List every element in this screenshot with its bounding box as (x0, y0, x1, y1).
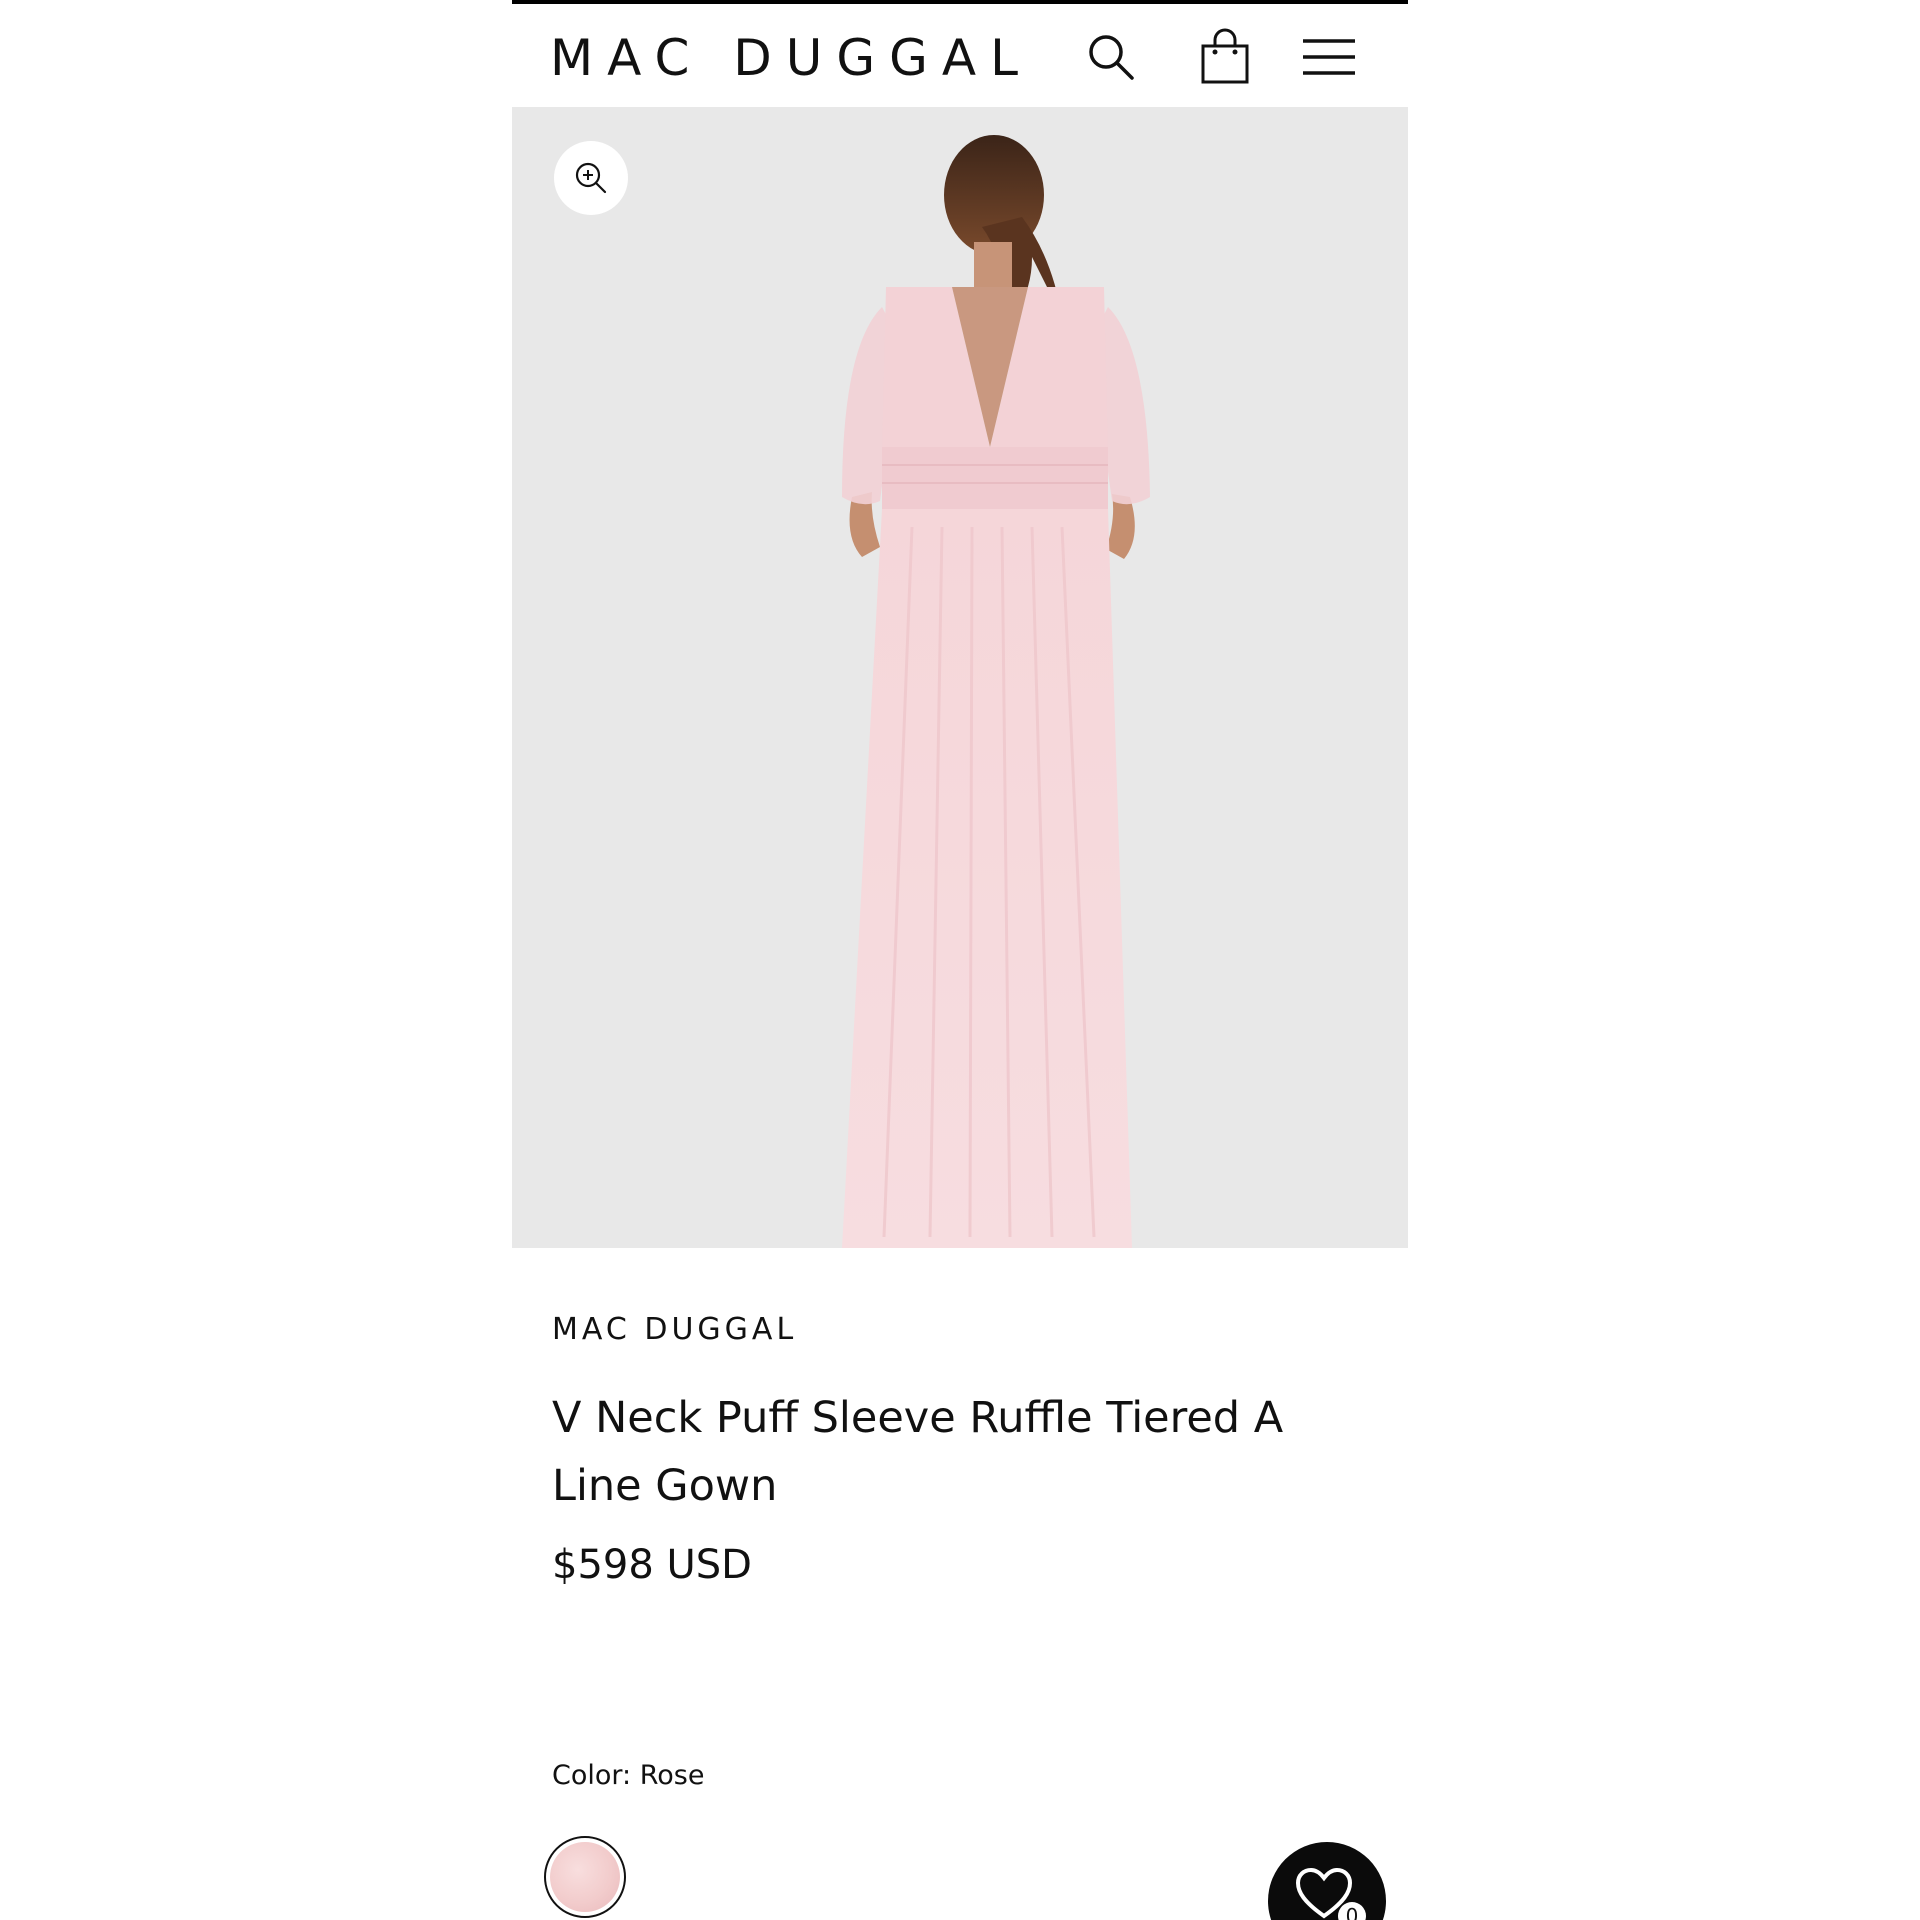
gown-photo (842, 135, 1150, 1248)
color-swatch-rose[interactable] (544, 1836, 626, 1918)
color-label: Color: (552, 1760, 632, 1791)
brand-logo[interactable]: MAC DUGGAL (550, 28, 1032, 88)
product-brand[interactable]: MAC DUGGAL (552, 1312, 797, 1347)
shopping-bag-icon[interactable] (1194, 26, 1256, 88)
mobile-viewport: MAC DUGGAL MAC DUGGAL V Neck Puff Sleeve… (512, 0, 1408, 1920)
zoom-button[interactable] (554, 141, 628, 215)
search-icon[interactable] (1080, 26, 1142, 88)
wishlist-count: 0 (1338, 1902, 1366, 1920)
color-selector-label: Color: Rose (552, 1760, 704, 1791)
product-image[interactable] (512, 107, 1408, 1248)
color-value: Rose (639, 1760, 705, 1791)
swatch-fill (550, 1842, 620, 1912)
page: MAC DUGGAL MAC DUGGAL V Neck Puff Sleeve… (0, 0, 1920, 1920)
zoom-in-icon (575, 162, 607, 194)
product-title: V Neck Puff Sleeve Ruffle Tiered A Line … (552, 1393, 1284, 1511)
wishlist-button[interactable]: 0 (1268, 1842, 1386, 1920)
hamburger-menu-icon[interactable] (1298, 26, 1360, 88)
product-price: $598 USD (552, 1542, 752, 1588)
site-header: MAC DUGGAL (512, 4, 1408, 107)
